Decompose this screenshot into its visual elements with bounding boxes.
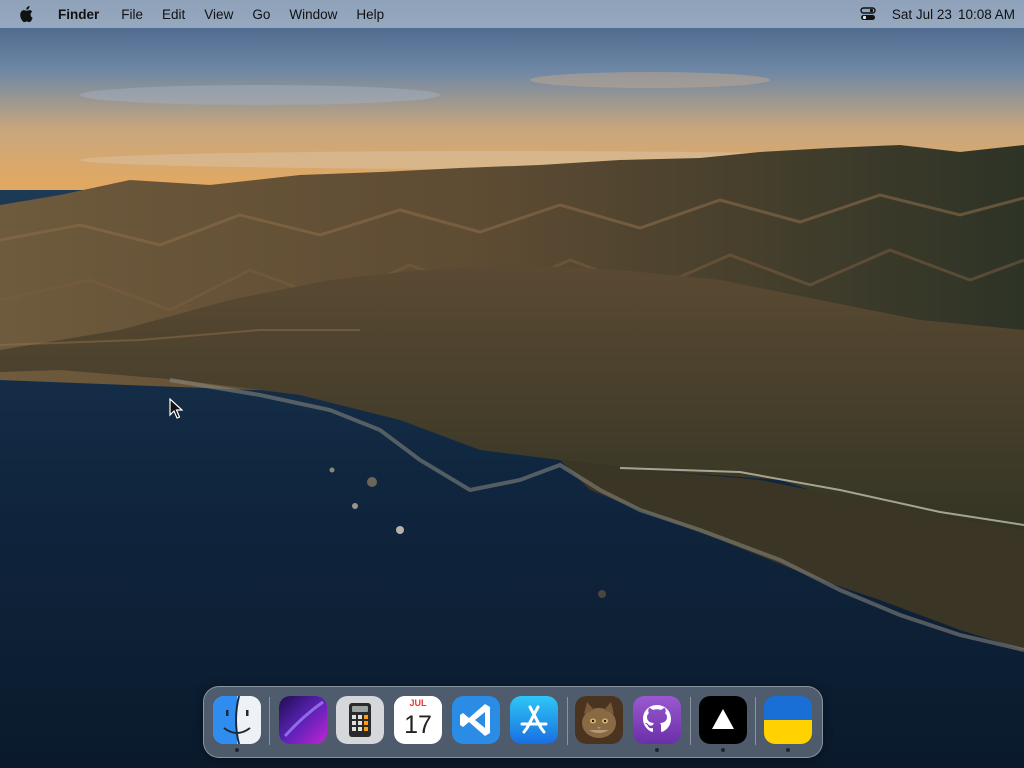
menu-window[interactable]: Window	[289, 7, 337, 22]
menu-bar: Finder File Edit View Go Window Help Sat…	[0, 0, 1024, 28]
menu-date[interactable]: Sat Jul 23	[892, 7, 952, 22]
calendar-day: 17	[404, 711, 432, 739]
dock: JUL 17	[203, 686, 823, 758]
triangle-app-icon[interactable]	[699, 696, 747, 744]
apple-logo-icon[interactable]	[19, 5, 37, 23]
menu-time[interactable]: 10:08 AM	[958, 7, 1015, 22]
control-center-icon[interactable]	[860, 6, 876, 22]
calendar-month: JUL	[394, 696, 442, 710]
running-indicator	[655, 748, 659, 752]
dock-separator	[755, 697, 756, 745]
calendar-icon[interactable]: JUL 17	[394, 696, 442, 744]
dock-separator	[690, 697, 691, 745]
running-indicator	[235, 748, 239, 752]
running-indicator	[786, 748, 790, 752]
calculator-icon[interactable]	[336, 696, 384, 744]
menu-bar-extras: Sat Jul 23 10:08 AM	[860, 0, 1015, 28]
app-store-icon[interactable]	[510, 696, 558, 744]
menu-help[interactable]: Help	[356, 7, 384, 22]
vscode-icon[interactable]	[452, 696, 500, 744]
cat-photo-icon[interactable]	[575, 696, 623, 744]
ukraine-flag-icon[interactable]	[764, 696, 812, 744]
menu-file[interactable]: File	[121, 7, 143, 22]
finder-icon[interactable]	[213, 696, 261, 744]
running-indicator	[721, 748, 725, 752]
github-desktop-icon[interactable]	[633, 696, 681, 744]
dock-separator	[567, 697, 568, 745]
desktop-wallpaper	[0, 0, 1024, 768]
menu-edit[interactable]: Edit	[162, 7, 185, 22]
mouse-pointer-icon	[169, 398, 183, 419]
launchpad-icon[interactable]	[279, 696, 327, 744]
menu-go[interactable]: Go	[252, 7, 270, 22]
menu-app-name[interactable]: Finder	[58, 7, 99, 22]
menu-view[interactable]: View	[204, 7, 233, 22]
dock-separator	[269, 697, 270, 745]
